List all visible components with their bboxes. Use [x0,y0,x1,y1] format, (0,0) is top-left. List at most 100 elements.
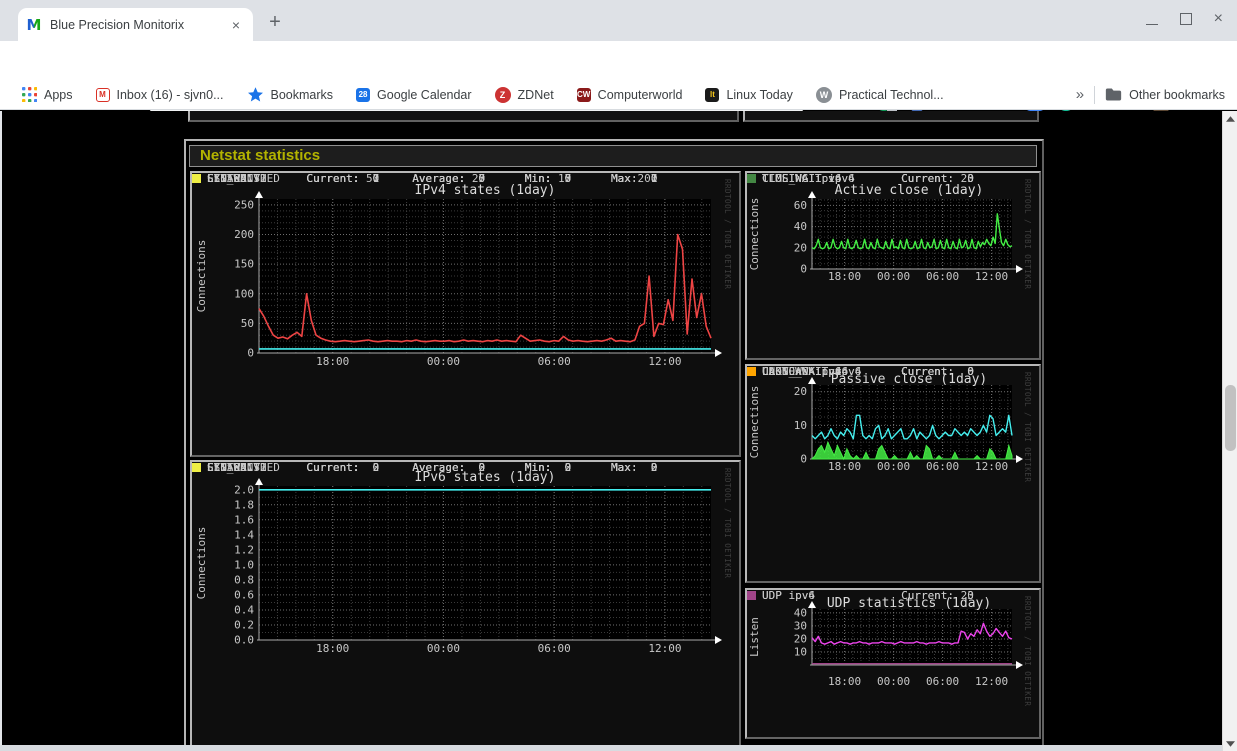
passive-close-graph[interactable]: 18:00 00:00 06:00 12:00 0 10 20 Passive close (… [745,364,1041,583]
bookmark-bookmarks-icon[interactable] [247,86,264,103]
svg-text:40: 40 [794,606,807,619]
rrdtool-watermark: RRDTOOL / TOBI OETIKER [1023,372,1032,482]
tab-close-icon[interactable]: × [227,17,245,33]
legend-row: UDP ipv6 Current: 3 [747,590,974,601]
legend-row: UNKNOWN ipv6 Current: 0 [747,366,974,377]
bookmarks-divider [1094,85,1096,104]
svg-text:10: 10 [794,645,807,658]
rrdtool-watermark: RRDTOOL / TOBI OETIKER [1023,596,1032,706]
vertical-scrollbar[interactable] [1222,111,1237,751]
bookmark-apps-icon[interactable] [22,87,37,102]
chart-canvas: 18:00 00:00 06:00 12:0010203040UDP statisti… [748,596,1032,706]
titlebar: M Blue Precision Monitorix × + × [0,0,1237,41]
other-bookmarks-label: Other bookmarks [1129,87,1225,102]
udp-statistics-graph[interactable]: 18:00 00:00 06:00 12:00 10 20 30 40 UDP statisti… [745,588,1041,739]
y-axis-label: Connections [195,527,208,600]
previous-graph-partial-right [743,111,1039,122]
svg-text:0: 0 [800,453,807,466]
scrollbar-thumb[interactable] [1225,385,1236,451]
bookmark-computerworld-label: Computerworld [597,87,683,102]
bookmark-bookmarks[interactable]: Bookmarks [247,86,333,103]
svg-text:06:00: 06:00 [926,675,959,688]
bookmark-google-calendar[interactable]: 28 Google Calendar [356,87,472,102]
legend-row: TIME_WAIT ipv6 Current: 0 [747,173,974,184]
tab-title: Blue Precision Monitorix [50,17,185,32]
svg-text:12:00: 12:00 [975,270,1008,283]
bookmark-apps[interactable]: Apps [22,87,73,102]
chart-title: Active close (1day) [835,183,984,198]
bookmark-linux-today[interactable]: lt Linux Today [705,87,793,102]
svg-text:M: M [27,17,42,33]
bookmark-linux-today-icon[interactable]: lt [705,87,720,102]
folder-icon [1105,87,1122,102]
bookmarks-bar: Apps M Inbox (16) - sjvn0... Bookmarks 28 Goo… [0,80,1237,110]
new-tab-button[interactable]: + [263,10,287,34]
svg-text:00:00: 00:00 [877,460,910,473]
ipv6-states-graph[interactable]: 18:00 00:00 06:00 12:00 0.0 0.2 0.4 0.6 0.8 1.0 1.… [190,460,741,751]
svg-text:06:00: 06:00 [926,460,959,473]
svg-text:0.6: 0.6 [234,588,254,601]
window-minimize-button[interactable] [1145,12,1158,25]
rrdtool-watermark: RRDTOOL / TOBI OETIKER [1023,179,1032,289]
svg-text:1.0: 1.0 [234,558,254,571]
bookmark-inbox-icon[interactable]: M [95,87,110,102]
page-bottom-margin [0,745,1222,751]
svg-text:18:00: 18:00 [828,675,861,688]
page-content: Netstat statistics 18:00 00:00 06:00 12:00 0… [0,111,1222,751]
bookmark-computerworld-icon[interactable]: CW [576,87,591,102]
svg-text:12:00: 12:00 [648,355,681,368]
browser-tab[interactable]: M Blue Precision Monitorix × [18,8,253,41]
svg-text:10: 10 [794,419,807,432]
svg-text:1.8: 1.8 [234,498,254,511]
previous-graph-partial-left [188,111,739,122]
bookmark-practical-tech-label: Practical Technol... [838,87,944,102]
chart-canvas: 18:00 00:00 06:00 12:00 0 50 100 150 200 250 IPv4 … [195,179,732,368]
svg-text:60: 60 [794,199,807,212]
bookmark-apps-label: Apps [44,87,73,102]
svg-text:0.4: 0.4 [234,603,254,616]
svg-text:18:00: 18:00 [316,642,349,655]
svg-text:2.0: 2.0 [234,483,254,496]
svg-text:00:00: 00:00 [427,355,460,368]
svg-text:100: 100 [234,287,254,300]
bookmarks-overflow-chevron[interactable]: » [1076,86,1084,103]
svg-text:00:00: 00:00 [427,642,460,655]
y-axis-label: Connections [748,386,761,459]
svg-text:40: 40 [794,220,807,233]
svg-text:18:00: 18:00 [316,355,349,368]
svg-text:12:00: 12:00 [975,675,1008,688]
browser-window: M Blue Precision Monitorix × + × Apps M … [0,0,1237,751]
svg-text:12:00: 12:00 [648,642,681,655]
y-axis-label: Connections [195,240,208,313]
svg-text:18:00: 18:00 [828,270,861,283]
bookmark-inbox[interactable]: M Inbox (16) - sjvn0... [95,87,224,102]
svg-text:0.2: 0.2 [234,618,254,631]
svg-text:150: 150 [234,258,254,271]
other-bookmarks-button[interactable]: Other bookmarks [1105,87,1225,102]
rrdtool-watermark: RRDTOOL / TOBI OETIKER [723,468,732,578]
bookmark-computerworld[interactable]: CW Computerworld [576,87,683,102]
monitorix-favicon-icon: M [26,17,42,33]
bookmark-linux-today-label: Linux Today [726,87,793,102]
svg-text:50: 50 [241,317,254,330]
svg-text:20: 20 [794,632,807,645]
bookmark-google-calendar-icon[interactable]: 28 [356,87,371,102]
svg-text:1.4: 1.4 [234,528,254,541]
bookmark-zdnet-icon[interactable]: Z [494,86,511,103]
scroll-down-arrow[interactable] [1223,736,1237,751]
window-maximize-button[interactable] [1179,12,1192,25]
ipv4-states-graph[interactable]: 18:00 00:00 06:00 12:00 0 50 100 150 200 250 IPv4 … [190,171,741,457]
legend-swatch [192,174,201,183]
bookmark-zdnet[interactable]: Z ZDNet [494,86,554,103]
svg-text:20: 20 [794,385,807,398]
active-close-graph[interactable]: 18:00 00:00 06:00 12:00 0 20 40 60 Active close … [745,171,1041,360]
bookmark-practical-tech-icon[interactable]: W [815,86,832,103]
bookmark-practical-tech[interactable]: W Practical Technol... [815,86,944,103]
svg-text:1.6: 1.6 [234,513,254,526]
svg-text:00:00: 00:00 [877,675,910,688]
window-close-button[interactable]: × [1214,10,1223,26]
svg-text:1.2: 1.2 [234,543,254,556]
legend-row: FIN_WAIT2 Current: 0 Average: 0 Min: 0 M… [192,462,657,473]
scroll-up-arrow[interactable] [1223,111,1237,126]
svg-text:18:00: 18:00 [828,460,861,473]
